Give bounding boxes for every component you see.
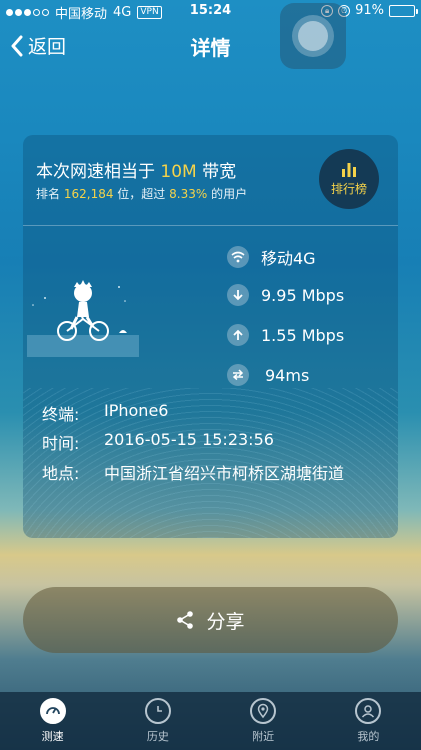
tab-label: 历史 <box>146 730 169 743</box>
result-card: 本次网速相当于 10M 带宽 排名 162,184 位，超过 8.33% 的用户… <box>23 135 398 538</box>
detail-row-time: 时间: 2016-05-15 15:23:56 <box>42 430 274 454</box>
clock-icon <box>144 698 171 724</box>
ping-value: 94ms <box>265 365 310 385</box>
bandwidth-value: 10M <box>160 162 197 182</box>
rank-value: 162,184 <box>63 187 114 201</box>
network-type-value: 移动4G <box>261 249 316 268</box>
bar-chart-icon <box>342 163 356 177</box>
rank-mid: 位，超过 <box>117 187 166 201</box>
battery-icon <box>389 4 418 17</box>
share-icon <box>177 611 194 629</box>
detail-value: 中国浙江省绍兴市柯桥区湖塘街道 <box>104 464 345 483</box>
detail-value: IPhone6 <box>104 401 169 420</box>
tab-label: 测速 <box>41 730 64 743</box>
percent-value: 8.33% <box>169 187 208 201</box>
speedometer-icon <box>39 698 66 724</box>
rank-suffix: 的用户 <box>211 187 248 201</box>
tab-speedtest[interactable]: 测速 <box>0 698 105 744</box>
detail-key: 终端: <box>42 405 80 424</box>
upload-speed: 1.55 Mbps <box>261 325 345 345</box>
ping-row: 94ms <box>227 364 309 386</box>
tab-label: 我的 <box>357 730 380 743</box>
share-button[interactable]: 分享 <box>23 587 398 653</box>
page-title: 详情 <box>190 36 231 60</box>
battery-percent: 91% <box>355 3 384 18</box>
user-icon <box>355 698 382 724</box>
speed-headline: 本次网速相当于 10M 带宽 <box>36 157 236 182</box>
tab-bar: 测速 历史 附近 我的 <box>0 692 421 750</box>
tab-nearby[interactable]: 附近 <box>211 698 316 744</box>
swap-arrows-icon <box>227 364 249 386</box>
upload-row: 1.55 Mbps <box>227 324 344 346</box>
tab-label: 附近 <box>252 730 275 743</box>
detail-key: 时间: <box>42 434 80 453</box>
detail-row-device: 终端: IPhone6 <box>42 401 168 425</box>
nav-bar: 返回 详情 <box>0 22 421 68</box>
tab-mine[interactable]: 我的 <box>316 698 421 744</box>
rank-line: 排名 162,184 位，超过 8.33% 的用户 <box>36 185 247 202</box>
detail-value: 2016-05-15 15:23:56 <box>104 430 274 449</box>
tab-history[interactable]: 历史 <box>105 698 210 744</box>
download-arrow-icon <box>227 284 249 306</box>
cyclist-illustration <box>27 280 139 357</box>
share-label: 分享 <box>206 610 245 633</box>
upload-arrow-icon <box>227 324 249 346</box>
leaderboard-button[interactable]: 排行榜 <box>319 149 379 209</box>
detail-key: 地点: <box>42 464 80 483</box>
network-type-row: 移动4G <box>227 245 316 269</box>
rank-prefix: 排名 <box>36 187 61 201</box>
detail-row-location: 地点: 中国浙江省绍兴市柯桥区湖塘街道 <box>42 460 344 484</box>
leaderboard-label: 排行榜 <box>330 182 367 196</box>
wifi-icon <box>227 246 249 268</box>
location-pin-icon <box>250 698 277 724</box>
assistive-touch-button[interactable] <box>280 3 346 69</box>
card-divider <box>23 225 398 226</box>
headline-prefix: 本次网速相当于 <box>36 162 155 182</box>
download-row: 9.95 Mbps <box>227 284 344 306</box>
status-bar: 中国移动 4G VPN 15:24 🔒︎ ⏰︎ 91% <box>0 0 421 22</box>
headline-suffix: 带宽 <box>202 162 237 182</box>
download-speed: 9.95 Mbps <box>261 285 345 305</box>
